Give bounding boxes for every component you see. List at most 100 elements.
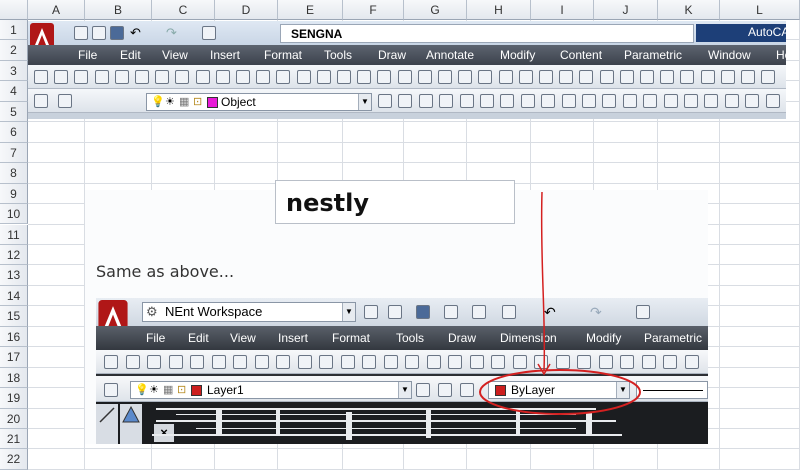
color-combo[interactable]: ByLayer ▼: [488, 381, 630, 399]
menu-item-view[interactable]: View: [162, 45, 188, 65]
menu-item-modify[interactable]: Modify: [500, 45, 535, 65]
save-as-icon[interactable]: [444, 305, 458, 319]
layer-state-icon[interactable]: [724, 94, 739, 108]
row-header-12[interactable]: 12: [0, 244, 28, 266]
column-header-H[interactable]: H: [467, 0, 531, 20]
layer-state-icon[interactable]: [704, 94, 719, 108]
column-header-J[interactable]: J: [594, 0, 658, 20]
row-header-20[interactable]: 20: [0, 408, 28, 429]
redo-icon[interactable]: ↷: [590, 305, 604, 319]
row-header-18[interactable]: 18: [0, 367, 28, 389]
save-icon[interactable]: [416, 305, 430, 319]
dimension-tool-icon[interactable]: [559, 70, 574, 84]
dimension-tool-icon[interactable]: [498, 70, 513, 84]
standard-tool-icon[interactable]: [577, 355, 591, 369]
open-icon[interactable]: [92, 26, 106, 40]
menu-item-draw[interactable]: Draw: [448, 326, 476, 350]
row-header-15[interactable]: 15: [0, 306, 28, 327]
menu-item-content[interactable]: Content: [560, 45, 602, 65]
dimension-tool-icon[interactable]: [640, 70, 654, 84]
dimension-tool-icon[interactable]: [135, 70, 149, 84]
column-header-B[interactable]: B: [85, 0, 152, 20]
row-header-2[interactable]: 2: [0, 40, 28, 61]
standard-tool-icon[interactable]: [362, 355, 376, 369]
layer-state-icon[interactable]: [622, 94, 637, 108]
column-header-D[interactable]: D: [215, 0, 278, 20]
dimension-tool-icon[interactable]: [599, 70, 614, 84]
standard-tool-icon[interactable]: [383, 355, 398, 369]
menu-item-parametric[interactable]: Parametric: [624, 45, 682, 65]
dimension-tool-icon[interactable]: [316, 70, 331, 84]
select-all-corner[interactable]: [0, 0, 28, 20]
open-icon[interactable]: [388, 305, 402, 319]
dimension-tool-icon[interactable]: [377, 70, 392, 84]
dimension-tool-icon[interactable]: [155, 70, 170, 84]
row-header-4[interactable]: 4: [0, 81, 28, 102]
standard-tool-icon[interactable]: [104, 355, 118, 369]
column-header-K[interactable]: K: [658, 0, 720, 20]
row-header-11[interactable]: 11: [0, 224, 28, 245]
dimension-tool-icon[interactable]: [741, 70, 755, 84]
standard-tool-icon[interactable]: [663, 355, 677, 369]
layer-state-icon[interactable]: [520, 94, 535, 108]
row-header-5[interactable]: 5: [0, 101, 28, 123]
menu-item-he[interactable]: He: [776, 45, 786, 65]
layer-state-icon[interactable]: [378, 94, 392, 108]
triangle-tool-icon[interactable]: [120, 404, 142, 426]
dimension-tool-icon[interactable]: [215, 70, 230, 84]
standard-tool-icon[interactable]: [190, 355, 204, 369]
layer-state-icon[interactable]: [643, 94, 658, 108]
dimension-tool-icon[interactable]: [518, 70, 533, 84]
layer-state-icon[interactable]: [500, 94, 515, 108]
menu-item-annotate[interactable]: Annotate: [426, 45, 474, 65]
row-header-7[interactable]: 7: [0, 142, 28, 164]
menu-item-file[interactable]: File: [146, 326, 165, 350]
plot-icon[interactable]: [502, 305, 516, 319]
layer-state-icon[interactable]: [582, 94, 596, 108]
row-header-6[interactable]: 6: [0, 122, 28, 143]
layer-state-icon[interactable]: [765, 94, 780, 108]
standard-tool-icon[interactable]: [233, 355, 247, 369]
menu-item-edit[interactable]: Edit: [120, 45, 141, 65]
title-field[interactable]: SENGNA: [280, 24, 694, 43]
column-header-G[interactable]: G: [404, 0, 467, 20]
dimension-tool-icon[interactable]: [34, 70, 48, 84]
row-header-19[interactable]: 19: [0, 388, 28, 409]
layer-tool-icon[interactable]: [416, 383, 430, 397]
standard-tool-icon[interactable]: [684, 355, 699, 369]
print-icon[interactable]: [636, 305, 650, 319]
row-header-9[interactable]: 9: [0, 183, 28, 205]
standard-tool-icon[interactable]: [405, 355, 419, 369]
standard-tool-icon[interactable]: [147, 355, 161, 369]
layer-state-icon[interactable]: [602, 94, 617, 108]
dimension-tool-icon[interactable]: [660, 70, 675, 84]
dimension-tool-icon[interactable]: [357, 70, 372, 84]
layer-state-icon[interactable]: [418, 94, 433, 108]
close-icon[interactable]: ×: [154, 424, 174, 442]
chevron-down-icon[interactable]: ▼: [398, 382, 411, 398]
menu-item-format[interactable]: Format: [332, 326, 370, 350]
column-header-F[interactable]: F: [343, 0, 404, 20]
dimension-tool-icon[interactable]: [579, 70, 594, 84]
layer-state-icon[interactable]: [684, 94, 698, 108]
column-header-C[interactable]: C: [152, 0, 215, 20]
row-header-8[interactable]: 8: [0, 163, 28, 184]
dimension-tool-icon[interactable]: [54, 70, 69, 84]
undo-icon[interactable]: ↶: [130, 26, 144, 40]
menu-item-window[interactable]: Window: [708, 45, 751, 65]
row-header-17[interactable]: 17: [0, 347, 28, 368]
layer-state-icon[interactable]: [480, 94, 494, 108]
dimension-tool-icon[interactable]: [296, 70, 311, 84]
dimension-tool-icon[interactable]: [761, 70, 776, 84]
menu-item-insert[interactable]: Insert: [278, 326, 308, 350]
menu-item-edit[interactable]: Edit: [188, 326, 209, 350]
layer-state-icon[interactable]: [439, 94, 454, 108]
standard-tool-icon[interactable]: [512, 355, 527, 369]
layer-tool-icon[interactable]: [58, 94, 72, 108]
row-header-1[interactable]: 1: [0, 20, 28, 41]
dimension-tool-icon[interactable]: [337, 70, 351, 84]
layer-combo[interactable]: 💡 ☀ ▦ ⊡ Object ▼: [146, 93, 372, 111]
print-icon[interactable]: [202, 26, 216, 40]
column-header-E[interactable]: E: [278, 0, 343, 20]
column-header-I[interactable]: I: [531, 0, 594, 20]
